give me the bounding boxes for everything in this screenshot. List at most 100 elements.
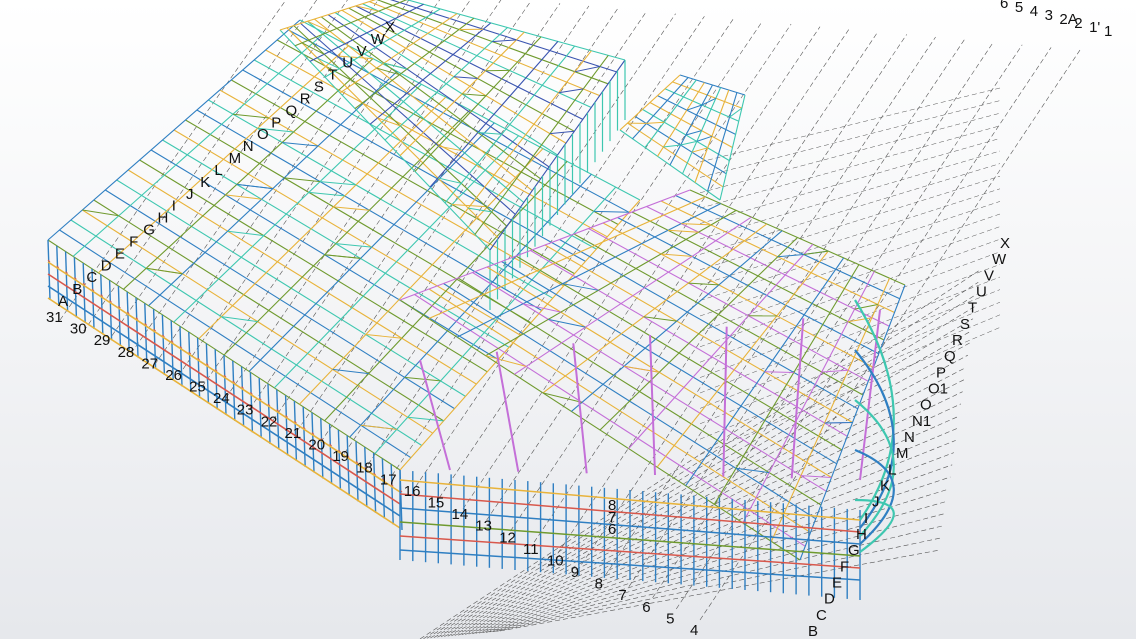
grid-letter-label: S xyxy=(314,79,324,96)
roof-member xyxy=(643,316,677,322)
column xyxy=(232,360,236,421)
grid-number-label: 20 xyxy=(308,437,325,454)
column xyxy=(364,446,368,508)
grid-number-label: 2 xyxy=(1074,15,1082,32)
structural-model[interactable]: 3130292827262524232221201918171615141312… xyxy=(0,0,1136,639)
grid-letter-label: L xyxy=(888,461,896,478)
roof-member xyxy=(628,243,814,449)
grid-number-label: 29 xyxy=(94,332,111,349)
grid-letter-label: F xyxy=(129,233,138,250)
grid-number-label: 8 xyxy=(595,576,603,593)
column xyxy=(205,343,210,404)
grid-number-label: 25 xyxy=(189,379,206,396)
truss xyxy=(649,334,656,476)
box-member xyxy=(492,39,517,43)
grid-line xyxy=(604,39,965,576)
grid-number-label: 16 xyxy=(404,483,421,500)
grid-line xyxy=(154,0,410,365)
grid-letter-label: N xyxy=(243,138,254,155)
grid-letter-label: Q xyxy=(944,348,956,365)
grid-number-label: 5 xyxy=(1015,0,1023,16)
grid-letter-label: L xyxy=(214,162,222,179)
grid-number-label: 10 xyxy=(547,552,564,569)
column xyxy=(100,274,104,335)
grid-letter-label: E xyxy=(832,575,842,592)
roof-member xyxy=(485,355,527,367)
roof-member xyxy=(800,475,832,478)
annex-member xyxy=(632,77,689,140)
column xyxy=(302,406,306,467)
model-viewport[interactable]: 31 30 29 28 27 26 25 24 23 22 21 20 19 18 17 16 15 14 13 12… xyxy=(0,0,1136,639)
roof-member xyxy=(803,250,829,255)
roof-member xyxy=(248,122,495,372)
column xyxy=(381,458,386,519)
grid-letter-label: B xyxy=(72,281,82,298)
grid-letter-label: T xyxy=(968,300,977,317)
roof-member xyxy=(824,422,853,424)
grid-number-label: 5 xyxy=(666,610,674,627)
grid-number-label: 9 xyxy=(571,564,579,581)
grid-letter-label: D xyxy=(101,257,112,274)
grid-letter-label: B xyxy=(808,623,818,639)
grid-letter-label: X xyxy=(1000,235,1010,252)
roof-member xyxy=(123,58,374,290)
annex-member xyxy=(680,140,697,146)
grid-letter-label: V xyxy=(984,267,994,284)
roof-member xyxy=(542,392,583,403)
roof-member xyxy=(349,173,592,438)
grid-number-label: 1 xyxy=(1104,23,1112,40)
grid-number-label: 6 xyxy=(608,521,616,538)
grid-letter-label: P xyxy=(271,114,281,131)
annex-member xyxy=(644,79,697,148)
grid-letter-label: D xyxy=(824,591,835,608)
grid-number-label: 31 xyxy=(46,309,63,326)
grid-letter-label: O xyxy=(257,126,269,143)
grid-line xyxy=(391,16,705,476)
grid-letter-label: K xyxy=(880,478,890,495)
roof-member xyxy=(221,316,258,323)
grid-letter-label: I xyxy=(172,198,176,215)
grid-number-label: 19 xyxy=(332,448,349,465)
grid-letter-label: U xyxy=(976,284,987,301)
grid-number-label: 4 xyxy=(690,622,698,639)
roof-member xyxy=(324,161,568,422)
grid-letter-label: E xyxy=(115,245,125,262)
box-member xyxy=(406,0,626,61)
roof-member xyxy=(777,254,804,258)
column xyxy=(346,435,350,496)
grid-letter-label: R xyxy=(952,332,963,349)
grid-number-label: 6 xyxy=(642,599,650,616)
grid-letter-label: V xyxy=(357,43,367,60)
grid-line xyxy=(130,0,379,354)
grid-line xyxy=(699,49,1081,621)
column xyxy=(144,303,148,364)
grid-number-label: 14 xyxy=(452,506,469,523)
grid-letter-label: X xyxy=(385,19,395,36)
grid-line xyxy=(699,175,1001,271)
column xyxy=(372,452,377,513)
grid-line xyxy=(699,100,1001,178)
grid-number-label: 1' xyxy=(1089,19,1100,36)
grid-number-label: 11 xyxy=(523,541,539,558)
grid-number-label: 24 xyxy=(213,390,230,407)
grid-line xyxy=(699,201,1001,301)
column xyxy=(82,262,86,324)
grid-number-label: 30 xyxy=(70,321,87,338)
grid-number-label: 15 xyxy=(428,495,445,512)
grid-number-label: 23 xyxy=(237,402,254,419)
grid-number-label: 27 xyxy=(141,355,158,372)
grid-letter-label: K xyxy=(200,174,210,191)
grid-letter-label: W xyxy=(371,31,386,48)
grid-letter-label: C xyxy=(86,269,97,286)
grid-letter-label: O1 xyxy=(928,381,948,398)
grid-letter-label: Q xyxy=(286,102,298,119)
grid-line xyxy=(107,0,348,343)
grid-number-label: 4 xyxy=(1030,3,1038,20)
grid-line xyxy=(461,415,960,636)
roof-member xyxy=(713,264,860,505)
roof-member xyxy=(688,282,719,286)
grid-number-label: 18 xyxy=(356,460,373,477)
grid-letter-label: C xyxy=(816,607,827,624)
grid-line xyxy=(510,29,850,532)
grid-line xyxy=(699,138,1001,224)
